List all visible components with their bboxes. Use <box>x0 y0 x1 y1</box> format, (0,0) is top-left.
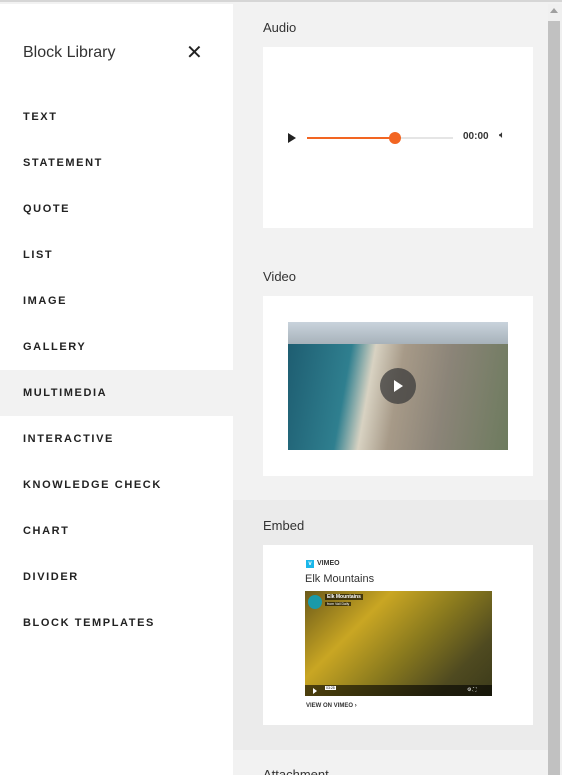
play-icon[interactable] <box>288 133 296 143</box>
sidebar-title: Block Library <box>23 44 116 61</box>
sidebar-item-image[interactable]: IMAGE <box>0 278 233 324</box>
player-settings-icons[interactable]: ⚙ ⛶ <box>467 687 476 693</box>
sidebar-item-interactive[interactable]: INTERACTIVE <box>0 416 233 462</box>
embed-card[interactable]: v VIMEO Elk Mountains Elk Mountains from… <box>263 545 533 725</box>
play-icon <box>394 380 403 392</box>
sidebar-item-quote[interactable]: QUOTE <box>0 186 233 232</box>
audio-title: Audio <box>263 20 297 35</box>
player-controls: 03:25 ⚙ ⛶ <box>305 685 492 696</box>
scrollbar[interactable] <box>548 4 562 775</box>
player-time: 03:25 <box>325 686 336 690</box>
sidebar-item-multimedia[interactable]: MULTIMEDIA <box>0 370 233 416</box>
sidebar-item-block-templates[interactable]: BLOCK TEMPLATES <box>0 600 233 646</box>
scrollbar-thumb[interactable] <box>548 21 560 775</box>
attachment-section[interactable]: Attachment <box>233 750 548 775</box>
channel-avatar <box>308 595 322 609</box>
vimeo-logo-icon: v <box>306 560 314 568</box>
view-on-vimeo-label: VIEW ON VIMEO <box>306 703 354 709</box>
audio-time: 00:00 <box>463 131 489 142</box>
attachment-title: Attachment <box>263 767 329 775</box>
embed-provider: VIMEO <box>317 560 340 567</box>
sidebar-item-divider[interactable]: DIVIDER <box>0 554 233 600</box>
close-icon[interactable]: ✕ <box>186 40 203 65</box>
play-button[interactable] <box>380 368 416 404</box>
audio-section[interactable]: Audio 00:00 🔈︎ <box>233 4 548 252</box>
sidebar-item-list[interactable]: LIST <box>0 232 233 278</box>
view-on-vimeo-link[interactable]: VIEW ON VIMEO › <box>306 703 357 709</box>
sidebar-item-chart[interactable]: CHART <box>0 508 233 554</box>
block-list: Audio 00:00 🔈︎ Video Embed v VIMEO Elk M… <box>233 4 548 775</box>
scroll-up-icon[interactable] <box>550 8 558 13</box>
video-title: Video <box>263 269 297 284</box>
sidebar-item-text[interactable]: TEXT <box>0 94 233 140</box>
video-section[interactable]: Video <box>233 252 548 500</box>
volume-icon[interactable]: 🔈︎ <box>499 130 505 141</box>
embed-video-title: Elk Mountains <box>305 573 375 585</box>
chevron-right-icon: › <box>354 703 357 709</box>
embed-title: Embed <box>263 518 305 533</box>
audio-card[interactable]: 00:00 🔈︎ <box>263 47 533 228</box>
audio-progress-fill <box>307 137 395 139</box>
embed-video-player[interactable]: Elk Mountains from Vail Daily 03:25 ⚙ ⛶ <box>305 591 492 696</box>
audio-progress-track[interactable] <box>307 132 453 144</box>
video-card[interactable] <box>263 296 533 476</box>
sidebar-item-statement[interactable]: STATEMENT <box>0 140 233 186</box>
play-icon[interactable] <box>313 688 317 694</box>
audio-progress-handle[interactable] <box>388 132 401 144</box>
sidebar-item-knowledge-check[interactable]: KNOWLEDGE CHECK <box>0 462 233 508</box>
overlay-title: Elk Mountains <box>325 594 363 600</box>
block-library-sidebar: Block Library ✕ TEXT STATEMENT QUOTE LIST IM… <box>0 4 233 775</box>
embed-section[interactable]: Embed v VIMEO Elk Mountains Elk Mountain… <box>233 500 548 750</box>
overlay-subtitle: from Vail Daily <box>325 602 352 606</box>
sidebar-item-gallery[interactable]: GALLERY <box>0 324 233 370</box>
